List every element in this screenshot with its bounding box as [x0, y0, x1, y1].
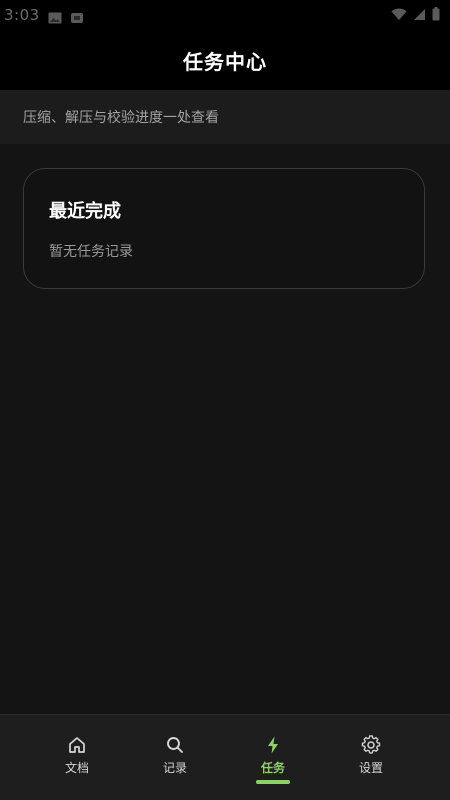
task-center-screen: 3:03 任务中心 压缩、解压与校验进度一处查看 最近完成 暂无任务记录 文档 …: [0, 0, 450, 800]
status-time: 3:03: [4, 6, 40, 24]
app-bar: 任务中心: [0, 30, 450, 90]
bolt-icon: [263, 735, 283, 755]
subtitle-text: 压缩、解压与校验进度一处查看: [23, 110, 219, 126]
nav-item-settings[interactable]: 设置: [322, 715, 420, 800]
nav-item-documents[interactable]: 文档: [28, 715, 126, 800]
status-right: [391, 6, 446, 25]
recent-completed-card: 最近完成 暂无任务记录: [23, 168, 425, 289]
subtitle-banner: 压缩、解压与校验进度一处查看: [0, 90, 450, 144]
nav-label-settings: 设置: [358, 761, 383, 775]
wifi-icon: [391, 6, 407, 25]
android-debug-icon: [70, 9, 84, 23]
battery-icon: [432, 6, 440, 25]
card-title: 最近完成: [49, 201, 121, 222]
signal-icon: [413, 6, 426, 25]
search-icon: [165, 735, 185, 755]
gear-icon: [361, 735, 381, 755]
nav-item-records[interactable]: 记录: [126, 715, 224, 800]
nav-spacer-right: [420, 715, 448, 800]
page-title: 任务中心: [183, 49, 267, 74]
active-tab-indicator: [256, 780, 290, 784]
nav-label-tasks: 任务: [260, 761, 285, 775]
home-icon: [67, 735, 87, 755]
empty-state-text: 暂无任务记录: [49, 244, 133, 260]
bottom-navigation: 文档 记录 任务 设置: [0, 714, 450, 800]
nav-item-tasks[interactable]: 任务: [224, 715, 322, 800]
nav-label-records: 记录: [162, 761, 187, 775]
status-left: 3:03: [4, 6, 84, 24]
nav-label-documents: 文档: [64, 761, 89, 775]
image-icon: [48, 9, 62, 24]
status-bar: 3:03: [0, 0, 450, 30]
nav-spacer-left: [0, 715, 28, 800]
